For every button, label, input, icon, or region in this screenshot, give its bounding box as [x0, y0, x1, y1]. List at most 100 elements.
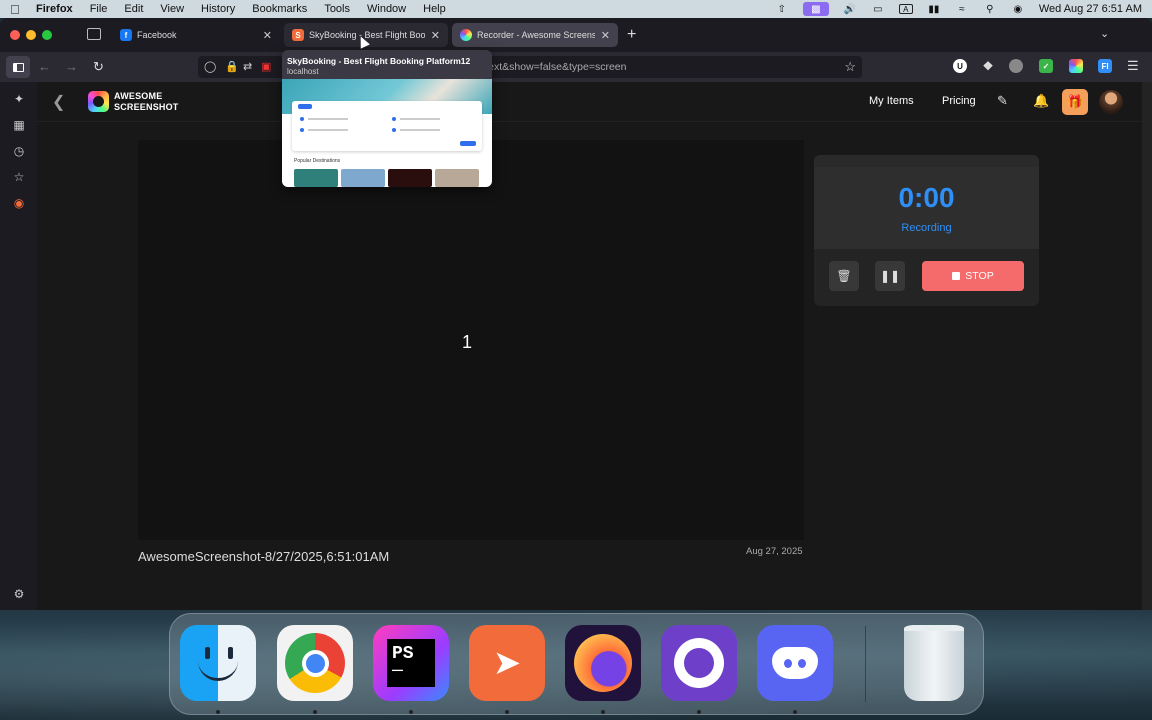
menu-bookmarks[interactable]: Bookmarks — [252, 3, 307, 15]
close-tab-icon[interactable]: ✕ — [263, 29, 272, 42]
screen-mirror-icon[interactable]: ▩ — [802, 2, 829, 16]
shield-extension-icon[interactable]: ✓ — [1039, 59, 1053, 73]
firefox-icon — [574, 634, 632, 692]
back-button[interactable]: ← — [38, 59, 51, 74]
reload-button[interactable]: ↻ — [93, 59, 104, 75]
notification-bell-icon[interactable]: 🔔 — [1033, 93, 1049, 109]
finder-eye — [228, 647, 233, 659]
close-window-button[interactable] — [10, 30, 20, 40]
stop-label: STOP — [965, 270, 994, 282]
recording-control-panel: 0:00 Recording 🗑 ❚❚ STOP — [814, 155, 1039, 306]
dock-firefox[interactable] — [565, 625, 641, 701]
trash-icon — [904, 625, 964, 701]
tab-hover-preview: SkyBooking - Best Flight Booking Platfor… — [282, 50, 492, 187]
new-tab-button[interactable]: + — [627, 26, 636, 44]
menu-app-name[interactable]: Firefox — [36, 3, 73, 15]
menu-tools[interactable]: Tools — [324, 3, 350, 15]
feedback-icon[interactable]: ✎ — [997, 93, 1008, 109]
menu-help[interactable]: Help — [423, 3, 446, 15]
wifi-icon[interactable]: ≈ — [955, 4, 969, 15]
my-items-link[interactable]: My Items — [869, 95, 914, 107]
page-scrollbar[interactable] — [1142, 82, 1152, 610]
vpn-globe-icon[interactable] — [1009, 59, 1023, 73]
dock: PS ─ ➤ — [169, 613, 984, 715]
dock-github-desktop[interactable] — [661, 625, 737, 701]
logo-wordmark[interactable]: AWESOME SCREENSHOT — [114, 91, 179, 112]
upload-icon[interactable]: ⇧ — [775, 4, 789, 15]
preview-destination-thumb — [435, 169, 479, 187]
menu-bar:  Firefox File Edit View History Bookmar… — [0, 0, 1152, 18]
extensions-puzzle-icon[interactable]: ❖ — [981, 59, 995, 73]
gift-icon[interactable]: 🎁 — [1062, 89, 1088, 115]
pause-icon: ❚❚ — [879, 269, 901, 283]
dock-chrome[interactable] — [277, 625, 353, 701]
dock-finder[interactable] — [180, 625, 256, 701]
running-indicator — [601, 710, 605, 714]
pricing-link[interactable]: Pricing — [942, 95, 976, 107]
finder-eye — [205, 647, 210, 659]
url-text[interactable]: =ext&show=false&type=screen — [482, 61, 626, 73]
recording-indicator-icon[interactable]: ▣ — [261, 60, 271, 73]
apple-icon[interactable]:  — [10, 2, 22, 17]
running-indicator — [409, 710, 413, 714]
stop-button[interactable]: STOP — [922, 261, 1024, 291]
list-all-tabs-chevron-icon[interactable]: ⌄ — [1100, 27, 1109, 40]
zoom-window-button[interactable] — [42, 30, 52, 40]
dock-discord[interactable] — [757, 625, 833, 701]
menu-clock[interactable]: Wed Aug 27 6:51 AM — [1039, 3, 1142, 15]
tab-facebook[interactable]: f Facebook ✕ — [112, 23, 280, 47]
running-indicator — [216, 710, 220, 714]
preview-field-dot — [392, 117, 396, 121]
sidebar-toggle-button[interactable] — [6, 56, 30, 78]
delete-recording-button[interactable]: 🗑 — [829, 261, 859, 291]
shield-icon[interactable]: ◯ — [204, 60, 216, 73]
recording-status: Recording — [901, 222, 952, 234]
tab-overview-icon[interactable] — [87, 28, 101, 40]
input-a-icon[interactable]: A — [898, 4, 913, 14]
menu-file[interactable]: File — [90, 3, 108, 15]
dock-trash[interactable] — [896, 625, 972, 701]
skybooking-favicon-icon: S — [292, 29, 304, 41]
tab-bar: f Facebook ✕ S SkyBooking - Best Flight … — [0, 18, 1152, 52]
history-clock-icon[interactable]: ◷ — [12, 144, 26, 158]
synced-tabs-icon[interactable]: ▦ — [12, 118, 26, 132]
sidebar-icon — [12, 62, 24, 72]
bookmarks-star-icon[interactable]: ☆ — [12, 170, 26, 184]
preview-destination-thumb — [341, 169, 385, 187]
close-tab-icon[interactable]: ✕ — [601, 29, 610, 42]
browser-sidebar: ✦ ▦ ◷ ☆ ◉ ⚙ — [0, 82, 37, 610]
tab-recorder[interactable]: Recorder - Awesome Screenshot ✕ — [452, 23, 618, 47]
dock-phpstorm[interactable]: PS ─ — [373, 625, 449, 701]
hamburger-menu-icon[interactable]: ☰ — [1127, 58, 1139, 74]
bookmark-star-icon[interactable]: ☆ — [844, 59, 856, 75]
battery-icon[interactable]: ▮▮ — [927, 4, 941, 15]
menu-window[interactable]: Window — [367, 3, 406, 15]
browser-window: f Facebook ✕ S SkyBooking - Best Flight … — [0, 18, 1152, 610]
dock-postman[interactable]: ➤ — [469, 625, 545, 701]
extension-sidebar-icon[interactable]: ◉ — [12, 196, 26, 210]
permissions-icon[interactable]: ⇄ — [243, 60, 252, 73]
panel-drag-strip[interactable] — [814, 155, 1039, 167]
volume-icon[interactable]: 🔊 — [843, 4, 857, 15]
ai-sparkle-icon[interactable]: ✦ — [12, 92, 26, 106]
minimize-window-button[interactable] — [26, 30, 36, 40]
awesome-screenshot-favicon-icon — [460, 29, 472, 41]
awesome-screenshot-logo[interactable] — [88, 91, 109, 112]
spotlight-search-icon[interactable]: ⚲ — [983, 4, 997, 15]
fi-extension-icon[interactable]: FI — [1098, 59, 1112, 73]
forward-button[interactable]: → — [65, 59, 78, 74]
control-center-icon[interactable]: ◉ — [1011, 4, 1025, 15]
customize-gear-icon[interactable]: ⚙ — [12, 587, 26, 601]
menu-history[interactable]: History — [201, 3, 235, 15]
close-tab-icon[interactable]: ✕ — [431, 29, 440, 42]
display-icon[interactable]: ▭ — [871, 4, 885, 15]
lock-icon[interactable]: 🔒 — [225, 60, 239, 73]
ublock-extension-icon[interactable]: U — [953, 59, 967, 73]
awesome-screenshot-extension-icon[interactable] — [1069, 59, 1083, 73]
pause-button[interactable]: ❚❚ — [875, 261, 905, 291]
recording-file-name[interactable]: AwesomeScreenshot-8/27/2025,6:51:01AM — [138, 549, 389, 564]
menu-edit[interactable]: Edit — [124, 3, 143, 15]
avatar[interactable] — [1099, 90, 1123, 114]
back-chevron-icon[interactable]: ❮ — [52, 92, 65, 112]
menu-view[interactable]: View — [160, 3, 184, 15]
